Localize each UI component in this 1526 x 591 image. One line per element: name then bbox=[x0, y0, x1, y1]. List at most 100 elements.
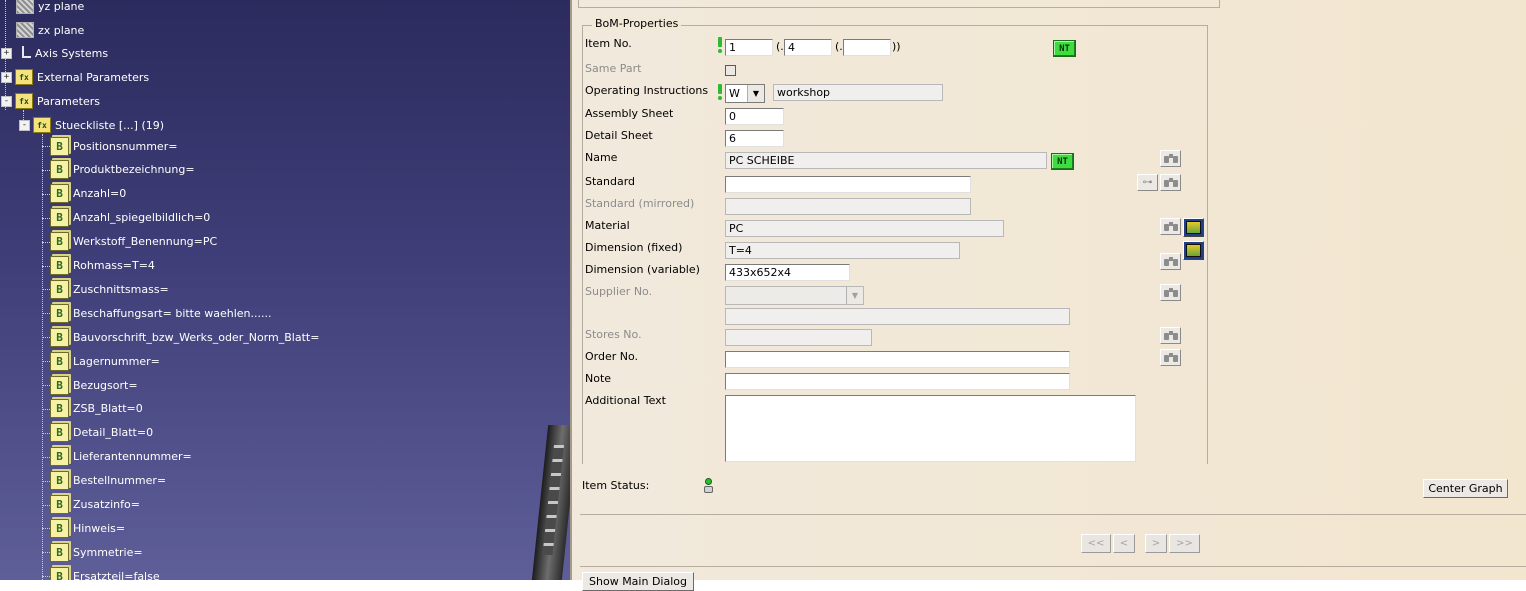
tree-connector bbox=[42, 408, 50, 410]
tree-node-label: External Parameters bbox=[37, 70, 150, 84]
material-field[interactable]: PC bbox=[725, 220, 1004, 237]
stores-no-field bbox=[725, 329, 872, 346]
first-record-button[interactable]: << bbox=[1081, 534, 1111, 553]
tree-node-parameter[interactable]: B Anzahl_spiegelbildlich=0 bbox=[50, 208, 210, 228]
parameter-label: Lagernummer= bbox=[73, 354, 160, 368]
collapse-icon[interactable]: - bbox=[19, 119, 30, 131]
3d-model-part[interactable] bbox=[531, 425, 570, 580]
tree-node-yz-plane[interactable]: yz plane bbox=[16, 0, 84, 16]
operating-instructions-label: Operating Instructions bbox=[585, 84, 709, 97]
tree-node-label: yz plane bbox=[38, 0, 85, 13]
nt-button[interactable]: NT bbox=[1053, 40, 1076, 57]
expand-icon[interactable]: + bbox=[1, 47, 12, 59]
dimension-catalog-button[interactable] bbox=[1183, 241, 1204, 260]
tree-node-parameter[interactable]: B Lagernummer= bbox=[50, 351, 160, 371]
parameter-icon: B bbox=[50, 542, 69, 562]
standard-link-button[interactable]: ⊶ bbox=[1137, 174, 1158, 191]
tree-node-parameter[interactable]: B Lieferantennummer= bbox=[50, 447, 192, 467]
supplier-search-button[interactable] bbox=[1160, 284, 1181, 301]
assembly-sheet-field[interactable]: 0 bbox=[725, 108, 784, 125]
dimension-fixed-label: Dimension (fixed) bbox=[585, 241, 683, 254]
tree-connector bbox=[42, 576, 50, 578]
dimension-variable-field[interactable]: 433x652x4 bbox=[725, 264, 850, 281]
last-record-button[interactable]: >> bbox=[1169, 534, 1200, 553]
tree-node-parameter[interactable]: B Detail_Blatt=0 bbox=[50, 423, 153, 443]
item-no-field-1[interactable]: 1 bbox=[725, 39, 773, 56]
detail-sheet-field[interactable]: 6 bbox=[725, 130, 784, 147]
center-graph-button[interactable]: Center Graph bbox=[1423, 479, 1508, 498]
detail-sheet-label: Detail Sheet bbox=[585, 129, 653, 142]
tree-node-parameter[interactable]: B Werkstoff_Benennung=PC bbox=[50, 232, 217, 252]
dimension-search-button[interactable] bbox=[1160, 253, 1181, 270]
tree-connector bbox=[42, 528, 50, 530]
top-panel-edge bbox=[578, 0, 1220, 8]
material-search-button[interactable] bbox=[1160, 218, 1181, 235]
select-value: W bbox=[729, 87, 740, 100]
tree-node-parameter[interactable]: B Bezugsort= bbox=[50, 375, 138, 395]
previous-record-button[interactable]: < bbox=[1113, 534, 1135, 553]
tree-node-parameter[interactable]: B Zuschnittsmass= bbox=[50, 279, 169, 299]
note-field[interactable] bbox=[725, 373, 1070, 390]
tree-node-parameter[interactable]: B Symmetrie= bbox=[50, 542, 143, 562]
parameter-icon: B bbox=[50, 423, 69, 443]
mandatory-icon bbox=[718, 84, 722, 100]
tree-node-parameter[interactable]: B Hinweis= bbox=[50, 518, 125, 538]
tree-node-parameter[interactable]: B Ersatzteil=false bbox=[50, 566, 160, 580]
parameter-label: Detail_Blatt=0 bbox=[73, 426, 154, 440]
stores-no-label: Stores No. bbox=[585, 328, 642, 341]
tree-node-parameter[interactable]: B ZSB_Blatt=0 bbox=[50, 399, 143, 419]
collapse-icon[interactable]: - bbox=[1, 95, 12, 107]
binoculars-icon bbox=[1163, 153, 1178, 164]
3d-viewer[interactable]: yz plane zx plane + Axis Systems + fx Ex… bbox=[0, 0, 570, 580]
name-field[interactable]: PC SCHEIBE bbox=[725, 152, 1047, 169]
tree-node-axis-systems[interactable]: + Axis Systems bbox=[1, 43, 108, 63]
tree-connector bbox=[42, 146, 50, 147]
material-catalog-button[interactable] bbox=[1183, 218, 1204, 237]
stores-search-button[interactable] bbox=[1160, 327, 1181, 344]
tree-node-parameter[interactable]: B Anzahl=0 bbox=[50, 184, 126, 204]
standard-search-button[interactable] bbox=[1160, 174, 1181, 191]
tree-node-parameter[interactable]: B Zusatzinfo= bbox=[50, 495, 140, 515]
binoculars-icon bbox=[1163, 177, 1178, 188]
parameter-label: Positionsnummer= bbox=[73, 139, 178, 153]
binoculars-icon bbox=[1163, 256, 1178, 267]
tree-node-parameter[interactable]: B Beschaffungsart= bitte waehlen...... bbox=[50, 303, 272, 323]
tree-connector bbox=[42, 241, 50, 243]
tree-node-parameter[interactable]: B Bestellnummer= bbox=[50, 471, 166, 491]
tree-node-parameter[interactable]: B Bauvorschrift_bzw_Werks_oder_Norm_Blatt… bbox=[50, 327, 319, 347]
additional-text-area[interactable] bbox=[725, 395, 1136, 462]
nt-button[interactable]: NT bbox=[1051, 153, 1074, 170]
order-search-button[interactable] bbox=[1160, 349, 1181, 366]
tree-node-parameters[interactable]: - fx Parameters bbox=[1, 91, 100, 111]
tree-connector bbox=[42, 169, 50, 171]
tree-node-parameter[interactable]: B Rohmass=T=4 bbox=[50, 256, 155, 276]
item-no-separator: (. bbox=[776, 40, 784, 53]
item-no-field-3[interactable] bbox=[843, 39, 891, 56]
operating-code-select[interactable]: W ▼ bbox=[725, 84, 765, 103]
tree-node-parameter[interactable]: B Positionsnummer= bbox=[50, 136, 177, 156]
order-no-field[interactable] bbox=[725, 351, 1070, 368]
item-no-field-2[interactable]: 4 bbox=[784, 39, 832, 56]
tree-node-label: Axis Systems bbox=[35, 46, 109, 60]
tree-connector bbox=[42, 552, 50, 554]
tree-connector bbox=[42, 432, 50, 434]
dimension-fixed-field[interactable]: T=4 bbox=[725, 242, 960, 259]
standard-field[interactable] bbox=[725, 176, 971, 193]
tree-node-parameter[interactable]: B Produktbezeichnung= bbox=[50, 160, 195, 180]
name-search-button[interactable] bbox=[1160, 150, 1181, 167]
additional-text-label: Additional Text bbox=[585, 394, 666, 407]
expand-icon[interactable]: + bbox=[1, 71, 12, 83]
tree-node-stueckliste[interactable]: - fx Stueckliste [...] (19) bbox=[19, 115, 164, 135]
traffic-light-icon bbox=[704, 478, 713, 494]
supplier-no-select: ▼ bbox=[725, 286, 864, 305]
tree-node-zx-plane[interactable]: zx plane bbox=[16, 20, 84, 40]
separator bbox=[580, 566, 1526, 567]
same-part-checkbox[interactable] bbox=[725, 65, 736, 76]
tree-node-external-parameters[interactable]: + fx External Parameters bbox=[1, 67, 149, 87]
next-record-button[interactable]: > bbox=[1145, 534, 1167, 553]
chevron-down-icon: ▼ bbox=[846, 287, 863, 304]
operating-text-field[interactable]: workshop bbox=[773, 84, 943, 101]
axis-system-icon bbox=[15, 45, 31, 61]
name-label: Name bbox=[585, 151, 618, 164]
show-main-dialog-button[interactable]: Show Main Dialog bbox=[582, 572, 694, 591]
